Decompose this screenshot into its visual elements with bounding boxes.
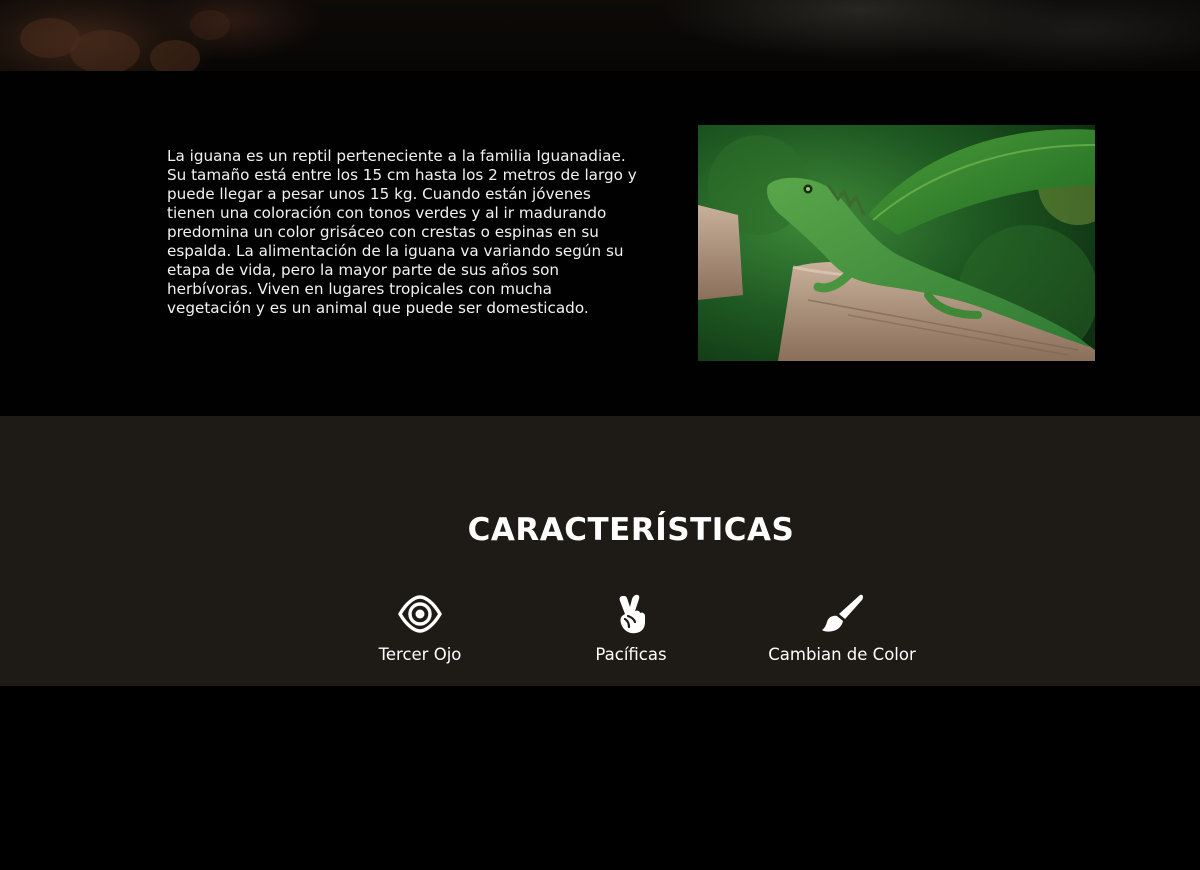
paint-brush-icon (822, 594, 864, 632)
iguana-photo (698, 125, 1095, 361)
page-bottom-area (0, 686, 1200, 870)
peace-hand-icon (619, 594, 645, 634)
feature-cambian-de-color: Cambian de Color (742, 592, 942, 664)
feature-pacificas: Pacíficas (531, 592, 731, 664)
intro-section: La iguana es un reptil perteneciente a l… (0, 71, 1200, 416)
feature-label-pacificas: Pacíficas (595, 645, 667, 664)
feature-label-tercer-ojo: Tercer Ojo (378, 645, 462, 664)
eye-icon (398, 595, 442, 633)
features-title: CARACTERÍSTICAS (467, 512, 795, 548)
hero-banner-bottom (0, 0, 1200, 71)
feature-tercer-ojo: Tercer Ojo (320, 592, 520, 664)
features-section: CARACTERÍSTICAS Tercer Ojo Pacíficas Cam… (0, 416, 1200, 686)
feature-label-cambian-de-color: Cambian de Color (768, 645, 916, 664)
iguana-description: La iguana es un reptil perteneciente a l… (167, 147, 637, 317)
